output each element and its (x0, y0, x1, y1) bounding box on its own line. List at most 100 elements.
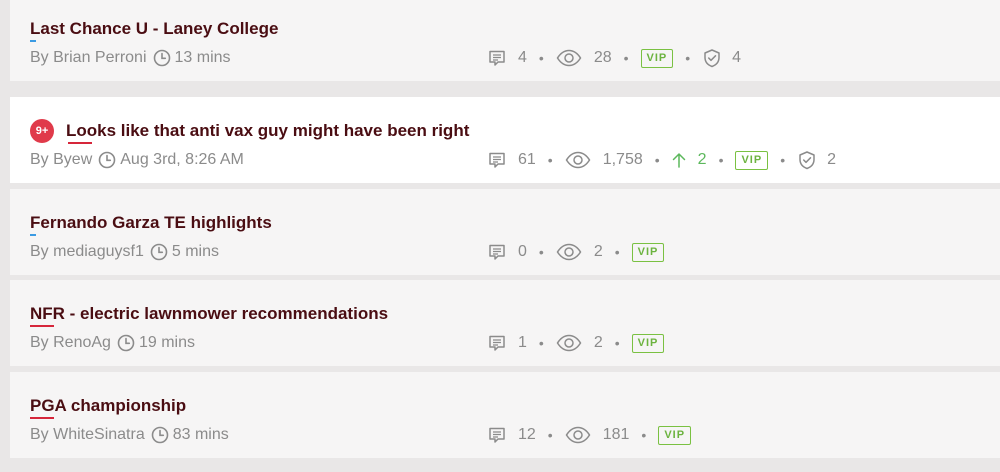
by-label: By (30, 151, 49, 168)
author-link[interactable]: RenoAg (53, 334, 111, 352)
comment-count-value: 4 (518, 49, 527, 66)
thread-title-link[interactable]: PGA championship (30, 396, 186, 416)
thread-underline (30, 40, 36, 42)
post-time: 13 mins (174, 49, 231, 66)
thread-meta: By mediaguysf1 5 mins (30, 241, 219, 263)
comment-icon (488, 49, 512, 67)
thread-row[interactable]: Fernando Garza TE highlights By mediaguys… (10, 189, 1000, 275)
view-count: 181 (565, 426, 630, 444)
clock-icon (117, 334, 135, 352)
author-link[interactable]: WhiteSinatra (53, 426, 145, 444)
comment-count-value: 0 (518, 243, 527, 260)
thread-title-wrap: 9+ Looks like that anti vax guy might hav… (30, 119, 469, 143)
separator-dot: • (547, 152, 553, 168)
view-count-value: 2 (593, 334, 603, 351)
unread-badge: 9+ (30, 119, 54, 143)
separator-dot: • (685, 50, 691, 66)
author-link[interactable]: mediaguysf1 (53, 243, 144, 261)
thread-underline (30, 325, 54, 327)
thread-underline (30, 234, 36, 236)
separator-dot: • (538, 50, 544, 66)
eye-icon (556, 334, 588, 352)
thread-underline (30, 417, 54, 419)
thread-title-wrap: NFR - electric lawnmower recommendations (30, 302, 388, 326)
separator-dot: • (654, 152, 660, 168)
by-label: By (30, 49, 49, 66)
eye-icon (556, 49, 588, 67)
upvote-count-value: 2 (697, 151, 707, 168)
vip-badge: VIP (631, 333, 665, 353)
eye-icon (565, 426, 597, 444)
thread-meta: By RenoAg 19 mins (30, 332, 195, 354)
thread-meta: By WhiteSinatra 83 mins (30, 424, 229, 446)
clock-icon (150, 243, 168, 261)
comment-count-value: 61 (518, 151, 536, 168)
separator-dot: • (547, 427, 553, 443)
thread-row[interactable]: NFR - electric lawnmower recommendations… (10, 280, 1000, 366)
thread-row[interactable]: PGA championship By WhiteSinatra 83 mins 12… (10, 372, 1000, 458)
post-time: 19 mins (138, 334, 195, 351)
moderation-count: 4 (702, 48, 741, 68)
eye-icon (565, 151, 597, 169)
separator-dot: • (623, 50, 629, 66)
comment-icon (488, 426, 512, 444)
thread-stats: 0 • 2 • VIP (488, 241, 665, 263)
separator-dot: • (641, 427, 647, 443)
comment-count-value: 1 (518, 334, 527, 351)
vip-badge: VIP (735, 150, 769, 170)
separator-dot: • (780, 152, 786, 168)
thread-stats: 61 • 1,758 • 2 • VIP • 2 (488, 149, 836, 171)
thread-meta: By Brian Perroni 13 mins (30, 47, 231, 69)
author-link[interactable]: Brian Perroni (53, 49, 146, 67)
author-link[interactable]: Byew (53, 151, 92, 169)
post-time: 5 mins (171, 243, 219, 260)
post-time: Aug 3rd, 8:26 AM (120, 151, 244, 168)
moderation-count-value: 4 (732, 49, 742, 66)
thread-title-wrap: Last Chance U - Laney College (30, 17, 278, 41)
thread-title-link[interactable]: NFR - electric lawnmower recommendations (30, 304, 388, 324)
by-label: By (30, 334, 49, 351)
moderation-count: 2 (797, 150, 836, 170)
thread-stats: 12 • 181 • VIP (488, 424, 692, 446)
vip-badge: VIP (631, 242, 665, 262)
thread-list: Last Chance U - Laney College By Brian Pe… (0, 0, 1000, 472)
thread-meta: By Byew Aug 3rd, 8:26 AM (30, 149, 244, 171)
comment-count: 61 (488, 151, 536, 169)
view-count: 1,758 (565, 151, 643, 169)
thread-underline (68, 142, 92, 144)
comment-icon (488, 151, 512, 169)
comment-count: 4 (488, 49, 527, 67)
view-count-value: 2 (593, 243, 603, 260)
separator-dot: • (718, 152, 724, 168)
view-count: 28 (556, 49, 612, 67)
clock-icon (151, 426, 169, 444)
thread-title-link[interactable]: Looks like that anti vax guy might have … (66, 121, 469, 141)
thread-title-wrap: PGA championship (30, 394, 186, 418)
shield-check-icon (702, 48, 728, 68)
arrow-up-icon (672, 152, 692, 168)
thread-title-link[interactable]: Fernando Garza TE highlights (30, 213, 272, 233)
upvote-count: 2 (672, 151, 707, 169)
separator-dot: • (538, 335, 544, 351)
thread-title-link[interactable]: Last Chance U - Laney College (30, 19, 278, 39)
comment-count: 12 (488, 426, 536, 444)
separator-dot: • (614, 335, 620, 351)
clock-icon (98, 151, 116, 169)
vip-badge: VIP (658, 425, 692, 445)
view-count-value: 181 (602, 426, 630, 443)
comment-icon (488, 334, 512, 352)
comment-count: 0 (488, 243, 527, 261)
thread-title-wrap: Fernando Garza TE highlights (30, 211, 272, 235)
separator-dot: • (538, 244, 544, 260)
view-count: 2 (556, 243, 603, 261)
separator-dot: • (614, 244, 620, 260)
moderation-count-value: 2 (827, 151, 837, 168)
thread-stats: 4 • 28 • VIP • 4 (488, 47, 741, 69)
thread-row[interactable]: 9+ Looks like that anti vax guy might hav… (10, 97, 1000, 183)
thread-row[interactable]: Last Chance U - Laney College By Brian Pe… (10, 0, 1000, 81)
post-time: 83 mins (172, 426, 229, 443)
comment-count-value: 12 (518, 426, 536, 443)
by-label: By (30, 426, 49, 443)
vip-badge: VIP (640, 48, 674, 68)
by-label: By (30, 243, 49, 260)
